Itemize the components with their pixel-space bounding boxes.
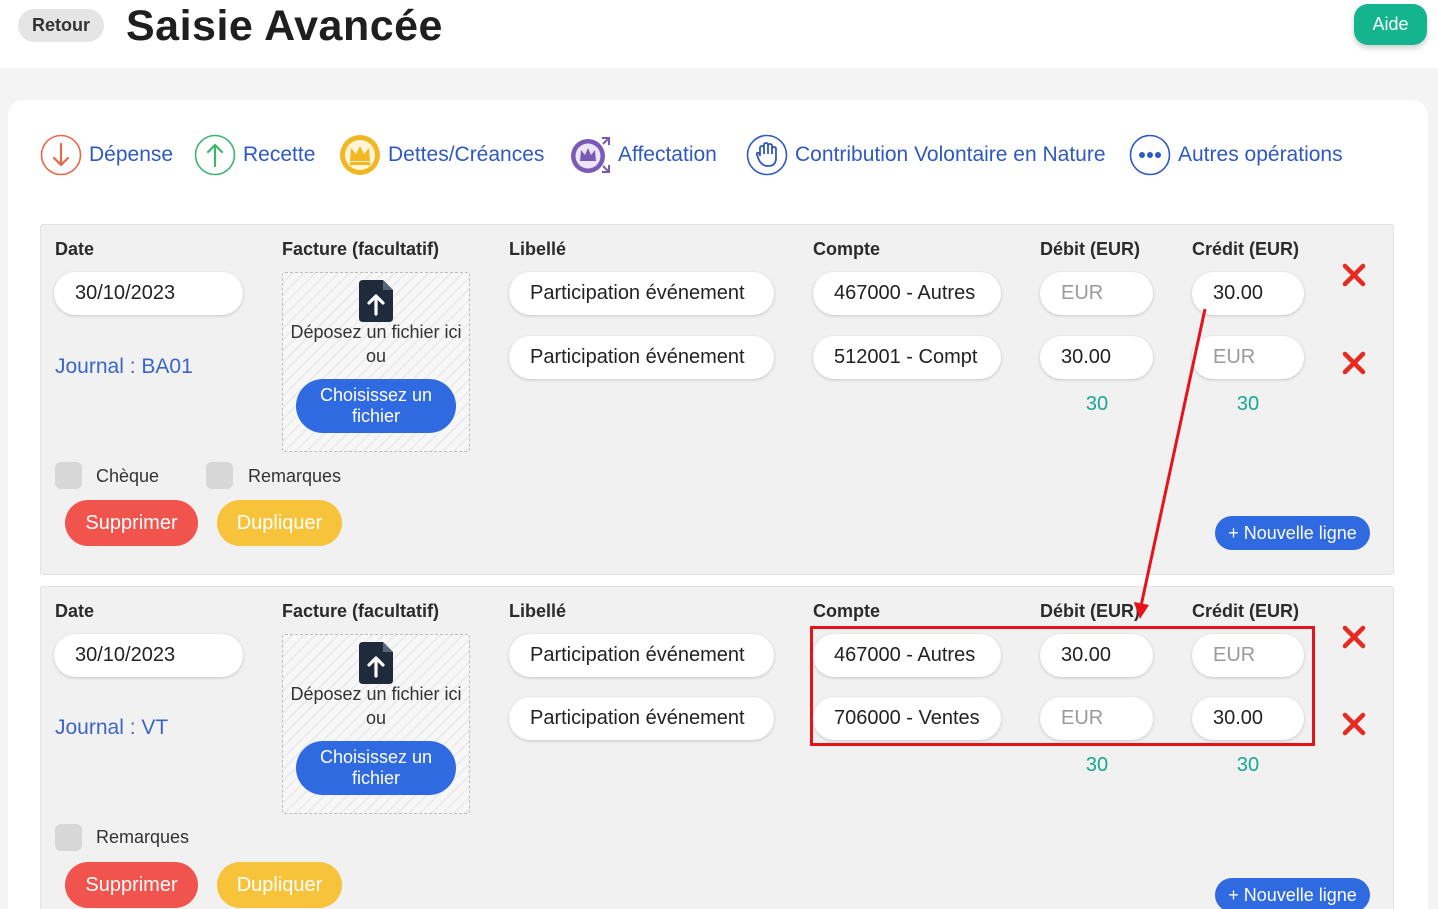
invoice-dropzone[interactable]: Déposez un fichier ici ou Choisissez un …: [282, 634, 470, 814]
duplicate-entry-button[interactable]: Dupliquer: [217, 500, 342, 546]
total-debit: 30: [1085, 393, 1109, 415]
choose-file-button[interactable]: Choisissez un fichier: [296, 379, 456, 433]
journal-link[interactable]: Journal : BA01: [55, 355, 193, 379]
account-column-label: Compte: [813, 601, 880, 621]
date-column-label: Date: [55, 601, 95, 621]
total-credit: 30: [1236, 754, 1260, 776]
delete-line-icon[interactable]: [1341, 624, 1367, 650]
label-column-label: Libellé: [509, 601, 567, 621]
debit-input[interactable]: 30.00: [1040, 336, 1153, 379]
journal-link[interactable]: Journal : VT: [55, 716, 168, 740]
label-column-label: Libellé: [509, 239, 567, 259]
cheque-label: Chèque: [96, 466, 160, 486]
line-label-input[interactable]: Participation événement: [509, 336, 774, 379]
remarques-checkbox[interactable]: [206, 462, 233, 489]
delete-entry-button[interactable]: Supprimer: [65, 500, 198, 546]
line-label-input[interactable]: Participation événement: [509, 634, 774, 677]
back-button[interactable]: Retour: [18, 9, 104, 42]
tab-label: Dettes/Créances: [388, 143, 545, 166]
debit-column-label: Débit (EUR): [1040, 601, 1140, 621]
top-bar: Retour Saisie Avancée Aide: [0, 0, 1438, 68]
date-column-label: Date: [55, 239, 95, 259]
tab-affectation[interactable]: Affectation: [569, 132, 717, 178]
line-label-input[interactable]: Participation événement: [509, 697, 774, 740]
remarques-label: Remarques: [96, 827, 190, 847]
debit-input[interactable]: EUR: [1040, 272, 1153, 315]
choose-file-button[interactable]: Choisissez un fichier: [296, 741, 456, 795]
duplicate-entry-button[interactable]: Dupliquer: [217, 862, 342, 908]
invoice-column-label: Facture (facultatif): [282, 601, 440, 621]
annotation-highlight-box: [810, 626, 1315, 746]
tab-label: Dépense: [89, 143, 174, 166]
dropzone-text: Déposez un fichier ici ou: [290, 684, 462, 728]
credit-input[interactable]: EUR: [1192, 336, 1304, 379]
crown-icon: [340, 135, 380, 175]
total-debit: 30: [1085, 754, 1109, 776]
tab-depense[interactable]: Dépense: [40, 132, 173, 178]
account-input[interactable]: 512001 - Compt: [813, 336, 1001, 379]
tab-label: Recette: [243, 143, 316, 166]
tab-label: Affectation: [618, 143, 717, 166]
delete-entry-button[interactable]: Supprimer: [65, 862, 198, 908]
tab-label: Autres opérations: [1178, 143, 1343, 166]
invoice-dropzone[interactable]: Déposez un fichier ici ou Choisissez un …: [282, 272, 470, 452]
delete-line-icon[interactable]: [1341, 350, 1367, 376]
date-input[interactable]: 30/10/2023: [54, 634, 243, 677]
file-upload-icon: [359, 642, 393, 684]
delete-line-icon[interactable]: [1341, 262, 1367, 288]
date-input[interactable]: 30/10/2023: [54, 272, 243, 315]
more-dots-icon: [1129, 134, 1171, 176]
credit-column-label: Crédit (EUR): [1192, 239, 1299, 259]
file-upload-icon: [359, 280, 393, 322]
hand-icon: [746, 134, 788, 176]
cheque-checkbox[interactable]: [55, 462, 82, 489]
arrow-up-icon: [194, 134, 236, 176]
new-line-button[interactable]: + Nouvelle ligne: [1215, 516, 1370, 550]
tab-autres-operations[interactable]: Autres opérations: [1129, 132, 1343, 178]
delete-line-icon[interactable]: [1341, 711, 1367, 737]
help-button[interactable]: Aide: [1354, 4, 1427, 45]
page-title: Saisie Avancée: [126, 2, 443, 50]
credit-column-label: Crédit (EUR): [1192, 601, 1299, 621]
tab-contribution-volontaire[interactable]: Contribution Volontaire en Nature: [746, 132, 1106, 178]
invoice-column-label: Facture (facultatif): [282, 239, 440, 259]
credit-input[interactable]: 30.00: [1192, 272, 1304, 315]
line-label-input[interactable]: Participation événement: [509, 272, 774, 315]
account-column-label: Compte: [813, 239, 880, 259]
tab-dettes-creances[interactable]: Dettes/Créances: [339, 132, 544, 178]
account-input[interactable]: 467000 - Autres: [813, 272, 1001, 315]
remarques-checkbox[interactable]: [55, 824, 82, 851]
remarques-label: Remarques: [248, 466, 342, 486]
tab-label: Contribution Volontaire en Nature: [795, 143, 1106, 166]
dropzone-text: Déposez un fichier ici ou: [290, 322, 462, 366]
entry-card: Date Facture (facultatif) Libellé Compte…: [40, 224, 1394, 575]
total-credit: 30: [1236, 393, 1260, 415]
new-line-button[interactable]: + Nouvelle ligne: [1215, 878, 1370, 909]
crown-arrows-icon: [571, 137, 610, 173]
debit-column-label: Débit (EUR): [1040, 239, 1140, 259]
tab-recette[interactable]: Recette: [194, 132, 315, 178]
arrow-down-icon: [40, 134, 82, 176]
